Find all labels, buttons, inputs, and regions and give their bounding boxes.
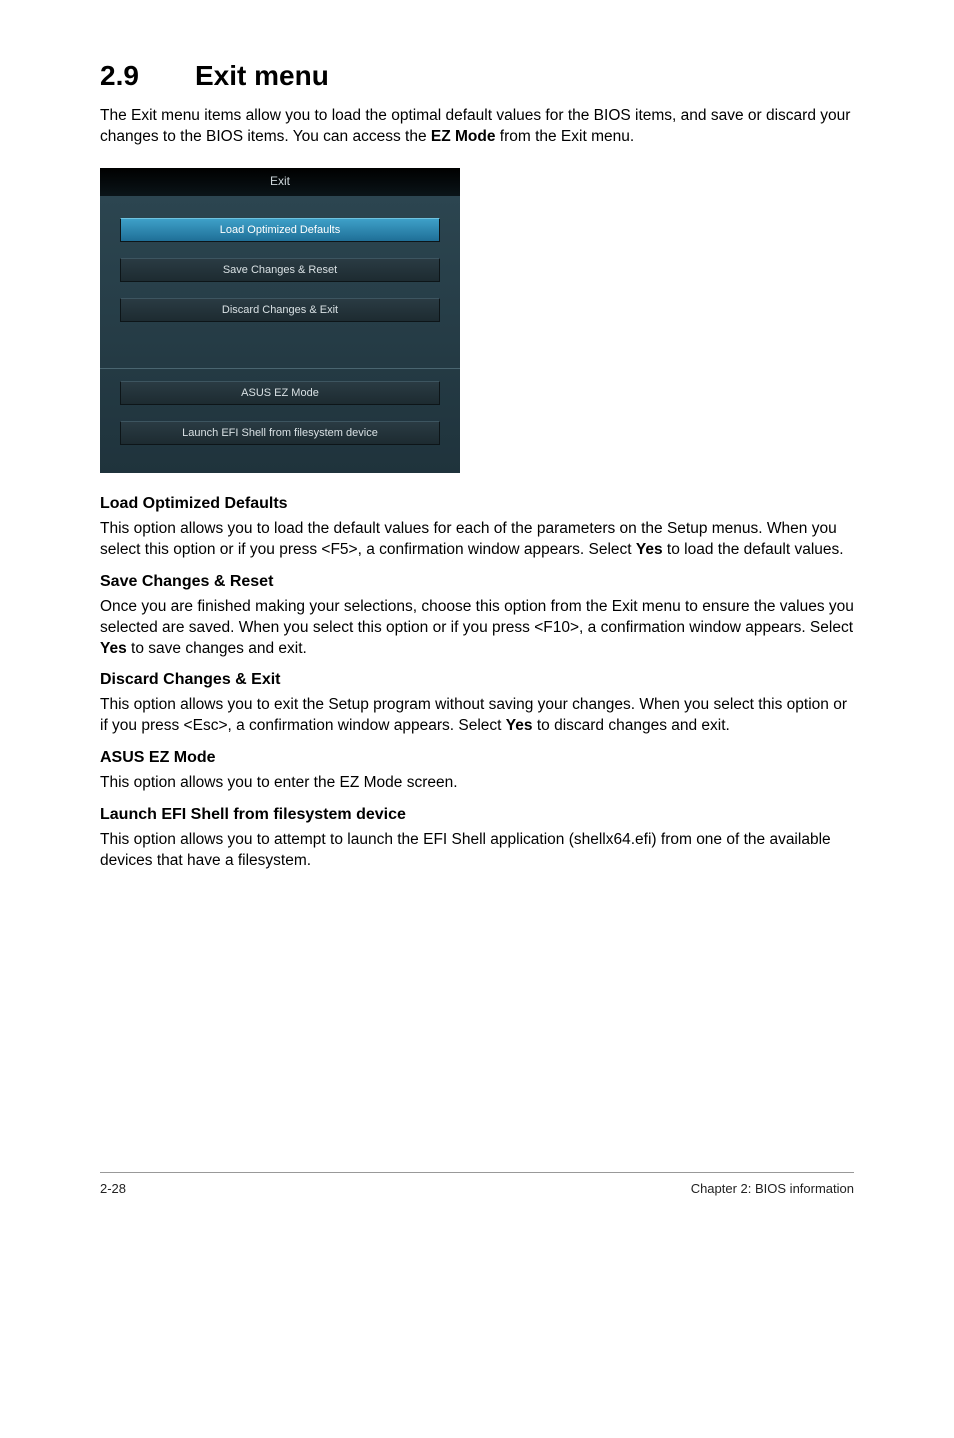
section-title: Exit menu <box>195 60 329 91</box>
bios-option-load-optimized-defaults[interactable]: Load Optimized Defaults <box>120 218 440 242</box>
body-text: Once you are finished making your select… <box>100 598 854 636</box>
body-text: to save changes and exit. <box>127 640 307 657</box>
section-body: This option allows you to exit the Setup… <box>100 695 854 737</box>
bios-option-launch-efi-shell[interactable]: Launch EFI Shell from filesystem device <box>120 421 440 445</box>
footer-page-number: 2-28 <box>100 1181 126 1196</box>
section-heading: Discard Changes & Exit <box>100 671 854 689</box>
body-text: This option allows you to enter the EZ M… <box>100 774 458 791</box>
section-heading: Save Changes & Reset <box>100 573 854 591</box>
bios-divider <box>100 368 460 369</box>
section-heading: Launch EFI Shell from filesystem device <box>100 806 854 824</box>
section-body: This option allows you to enter the EZ M… <box>100 773 854 794</box>
bold-text: Yes <box>100 640 127 657</box>
intro-paragraph: The Exit menu items allow you to load th… <box>100 106 854 148</box>
section-heading: Load Optimized Defaults <box>100 495 854 513</box>
section-body: Once you are finished making your select… <box>100 597 854 660</box>
intro-text-2: from the Exit menu. <box>495 128 634 145</box>
body-text: to load the default values. <box>663 541 844 558</box>
body-text: This option allows you to attempt to lau… <box>100 831 831 869</box>
bios-option-asus-ez-mode[interactable]: ASUS EZ Mode <box>120 381 440 405</box>
bold-text: Yes <box>506 717 533 734</box>
section-body: This option allows you to attempt to lau… <box>100 830 854 872</box>
intro-bold: EZ Mode <box>431 128 496 145</box>
bios-panel-header: Exit <box>100 168 460 196</box>
body-text: This option allows you to exit the Setup… <box>100 696 847 734</box>
page-heading: 2.9Exit menu <box>100 60 854 92</box>
bold-text: Yes <box>636 541 663 558</box>
footer-chapter: Chapter 2: BIOS information <box>691 1181 854 1196</box>
body-text: to discard changes and exit. <box>533 717 730 734</box>
bios-option-discard-changes-exit[interactable]: Discard Changes & Exit <box>120 298 440 322</box>
section-number: 2.9 <box>100 60 195 92</box>
bios-option-save-changes-reset[interactable]: Save Changes & Reset <box>120 258 440 282</box>
page-footer: 2-28 Chapter 2: BIOS information <box>100 1172 854 1196</box>
bios-exit-panel: Exit Load Optimized Defaults Save Change… <box>100 168 460 473</box>
section-heading: ASUS EZ Mode <box>100 749 854 767</box>
section-body: This option allows you to load the defau… <box>100 519 854 561</box>
